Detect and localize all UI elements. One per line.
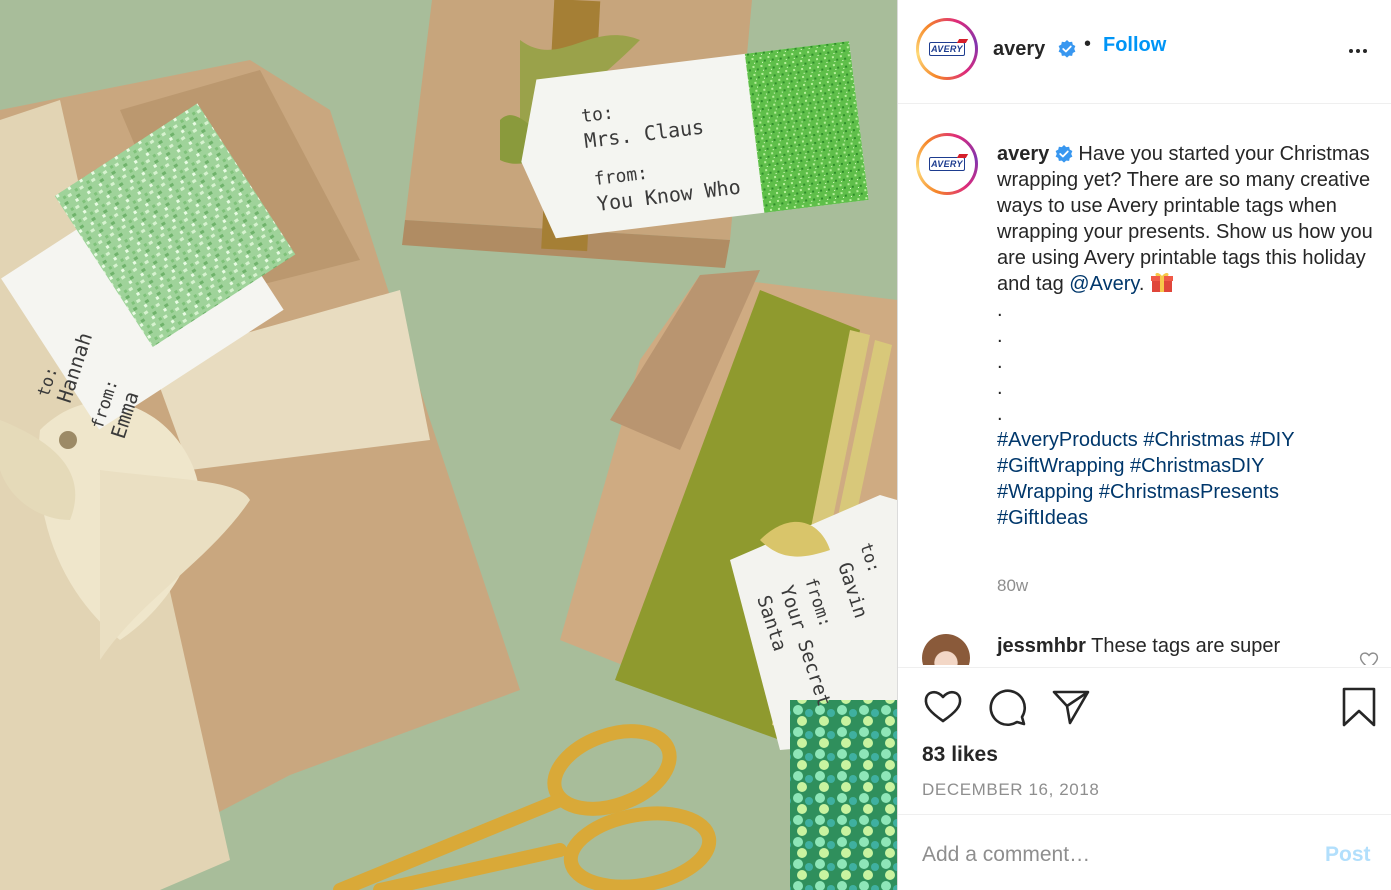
hashtag-link[interactable]: #GiftWrapping [997,455,1124,477]
header-avatar[interactable]: AVERY [916,18,978,80]
likes-count[interactable]: 83 likes [922,743,998,767]
verified-badge-icon [1058,40,1076,58]
avery-logo: AVERY [929,157,965,171]
hashtag-link[interactable]: #DIY [1250,429,1294,451]
caption-dot: . [997,325,1003,347]
caption-body: Have you started your Christmas wrapping… [997,143,1373,295]
comment-icon[interactable] [986,686,1028,728]
hashtag-link[interactable]: #GiftIdeas [997,507,1088,529]
avery-logo: AVERY [929,42,965,56]
gift-emoji-icon [1151,272,1174,292]
caption-dot: . [997,299,1003,321]
comment-body: These tags are super [1091,635,1281,657]
post-age[interactable]: 80w [997,576,1028,596]
post-actions: 83 likes DECEMBER 16, 2018 [898,667,1391,815]
post-header: AVERY avery • Follow [898,0,1391,104]
instagram-post: to: Mrs. Claus from: You Know Who to: Ha… [0,0,1391,890]
caption: avery Have you started your Christmas wr… [997,141,1382,531]
bookmark-icon[interactable] [1338,686,1380,728]
heart-icon[interactable] [922,686,964,728]
caption-username[interactable]: avery [997,143,1049,165]
post-photo[interactable]: to: Mrs. Claus from: You Know Who to: Ha… [0,0,897,890]
mention-link[interactable]: @Avery [1069,273,1139,295]
comment-username[interactable]: jessmhbr [997,635,1086,657]
gift-wrapping-photo: to: Mrs. Claus from: You Know Who to: Ha… [0,0,897,890]
commenter-avatar[interactable] [922,634,970,665]
hashtag-link[interactable]: #AveryProducts [997,429,1138,451]
comment-heart-icon[interactable] [1358,650,1380,665]
comment-input[interactable] [922,840,1302,870]
svg-text:to:: to: [580,102,615,127]
header-separator: • [1084,33,1092,55]
follow-button[interactable]: Follow [1103,34,1166,57]
share-icon[interactable] [1050,686,1092,728]
post-comment-button[interactable]: Post [1325,843,1371,867]
verified-badge-icon [1055,145,1073,163]
header-username[interactable]: avery [993,38,1045,61]
caption-dot: . [997,351,1003,373]
comment: jessmhbr These tags are super [898,630,1391,665]
post-date[interactable]: DECEMBER 16, 2018 [922,780,1099,800]
caption-avatar[interactable]: AVERY [916,133,978,195]
hashtag-link[interactable]: #ChristmasPresents [1099,481,1279,503]
hashtag-link[interactable]: #Wrapping [997,481,1093,503]
hashtags: #AveryProducts #Christmas #DIY #GiftWrap… [997,427,1382,531]
caption-dot: . [997,377,1003,399]
add-comment-bar: Post [898,816,1391,890]
hashtag-link[interactable]: #ChristmasDIY [1130,455,1264,477]
hashtag-link[interactable]: #Christmas [1143,429,1244,451]
comments-section[interactable]: AVERY avery Have you started your Christ… [898,105,1391,665]
caption-dot: . [997,403,1003,425]
comment-text: jessmhbr These tags are super [997,635,1280,658]
post-side-panel: AVERY avery • Follow AVERY avery Have yo… [897,0,1391,890]
more-options-icon[interactable] [1338,36,1378,66]
